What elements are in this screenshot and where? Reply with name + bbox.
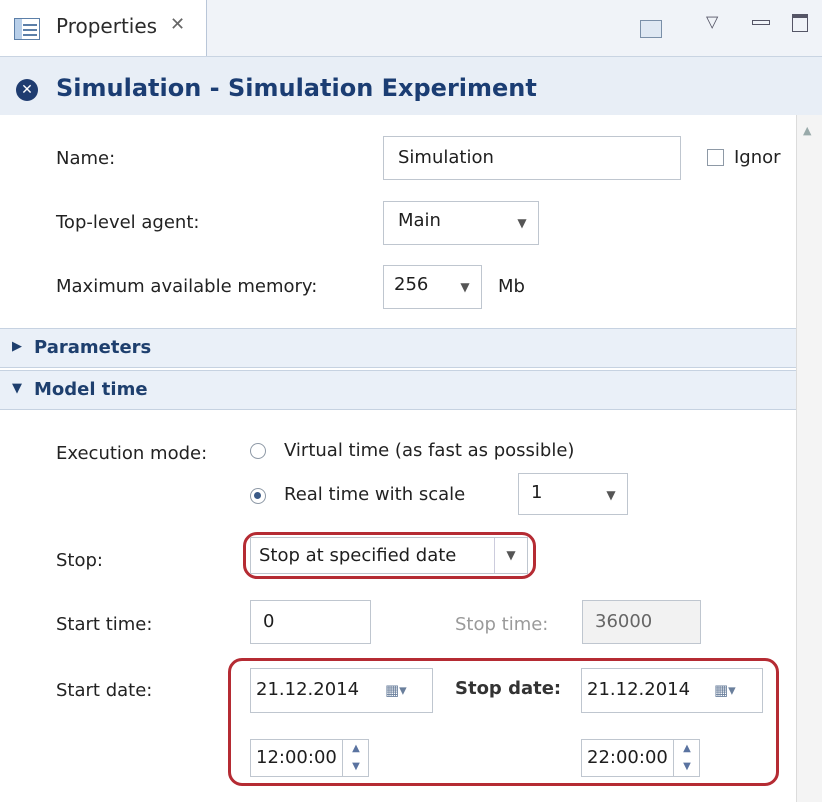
section-parameters-label: Parameters: [34, 337, 152, 358]
spin-down-icon[interactable]: ▼: [343, 758, 369, 776]
chevron-down-icon[interactable]: ▼: [494, 538, 527, 573]
memory-label: Maximum available memory:: [56, 276, 318, 297]
ignore-checkbox[interactable]: [707, 149, 724, 166]
start-date-value: 21.12.2014: [256, 679, 360, 700]
pin-view-icon[interactable]: [640, 20, 662, 38]
tab-properties-label: Properties: [56, 14, 158, 38]
spin-up-icon[interactable]: ▲: [674, 740, 700, 758]
stop-date-value: 21.12.2014: [587, 679, 691, 700]
experiment-icon: ✕: [16, 79, 38, 101]
stop-clock-field[interactable]: 22:00:00 ▲ ▼: [581, 739, 700, 777]
real-time-label: Real time with scale: [284, 484, 466, 505]
section-model-time-label: Model time: [34, 379, 148, 400]
stop-combo[interactable]: Stop at specified date ▼: [250, 537, 528, 574]
agent-combo[interactable]: Main ▼: [383, 201, 539, 245]
chevron-down-icon[interactable]: ▼: [449, 266, 481, 308]
memory-unit: Mb: [498, 276, 525, 297]
scale-combo[interactable]: 1 ▼: [518, 473, 628, 515]
virtual-time-label: Virtual time (as fast as possible): [284, 440, 575, 461]
stop-clock-value: 22:00:00: [587, 747, 668, 768]
agent-label: Top-level agent:: [56, 212, 200, 233]
minimize-icon[interactable]: [752, 20, 770, 25]
chevron-down-icon[interactable]: ▼: [595, 474, 627, 514]
ignore-label: Ignor: [734, 147, 781, 168]
vertical-scrollbar[interactable]: [796, 115, 822, 802]
real-time-radio[interactable]: [250, 488, 266, 504]
maximize-icon[interactable]: [792, 14, 808, 32]
start-time-field[interactable]: 0: [250, 600, 371, 644]
stop-time-field[interactable]: 36000: [582, 600, 701, 644]
virtual-time-radio[interactable]: [250, 443, 266, 459]
agent-value: Main: [398, 210, 441, 231]
start-date-field[interactable]: 21.12.2014 ▦▾: [250, 668, 433, 713]
stop-clock-spinner[interactable]: ▲ ▼: [673, 740, 700, 777]
execution-mode-label: Execution mode:: [56, 443, 208, 464]
section-model-time[interactable]: ▼ Model time: [0, 370, 796, 410]
stop-time-label: Stop time:: [455, 614, 549, 635]
stop-date-label: Stop date:: [455, 678, 562, 699]
calendar-icon[interactable]: ▦▾: [385, 669, 407, 711]
spin-up-icon[interactable]: ▲: [343, 740, 369, 758]
start-time-label: Start time:: [56, 614, 153, 635]
spin-down-icon[interactable]: ▼: [674, 758, 700, 776]
name-label: Name:: [56, 148, 116, 169]
start-clock-spinner[interactable]: ▲ ▼: [342, 740, 369, 777]
expand-arrow-icon: ▶: [12, 339, 22, 354]
start-clock-field[interactable]: 12:00:00 ▲ ▼: [250, 739, 369, 777]
scale-value: 1: [531, 482, 543, 503]
stop-label: Stop:: [56, 550, 103, 571]
view-menu-icon[interactable]: ▽: [706, 12, 718, 31]
page-title: Simulation - Simulation Experiment: [56, 74, 537, 102]
properties-icon: [14, 18, 40, 40]
close-icon[interactable]: ✕: [170, 14, 185, 35]
section-parameters[interactable]: ▶ Parameters: [0, 328, 796, 368]
stop-date-field[interactable]: 21.12.2014 ▦▾: [581, 668, 763, 713]
start-date-label: Start date:: [56, 680, 153, 701]
name-field[interactable]: Simulation: [383, 136, 681, 180]
scroll-up-arrow-icon[interactable]: ▲: [803, 124, 811, 137]
stop-value: Stop at specified date: [259, 545, 457, 566]
memory-value: 256: [394, 274, 429, 295]
chevron-down-icon[interactable]: ▼: [506, 202, 538, 244]
collapse-arrow-icon: ▼: [12, 381, 22, 396]
calendar-icon[interactable]: ▦▾: [714, 669, 736, 711]
memory-combo[interactable]: 256 ▼: [383, 265, 482, 309]
start-clock-value: 12:00:00: [256, 747, 337, 768]
